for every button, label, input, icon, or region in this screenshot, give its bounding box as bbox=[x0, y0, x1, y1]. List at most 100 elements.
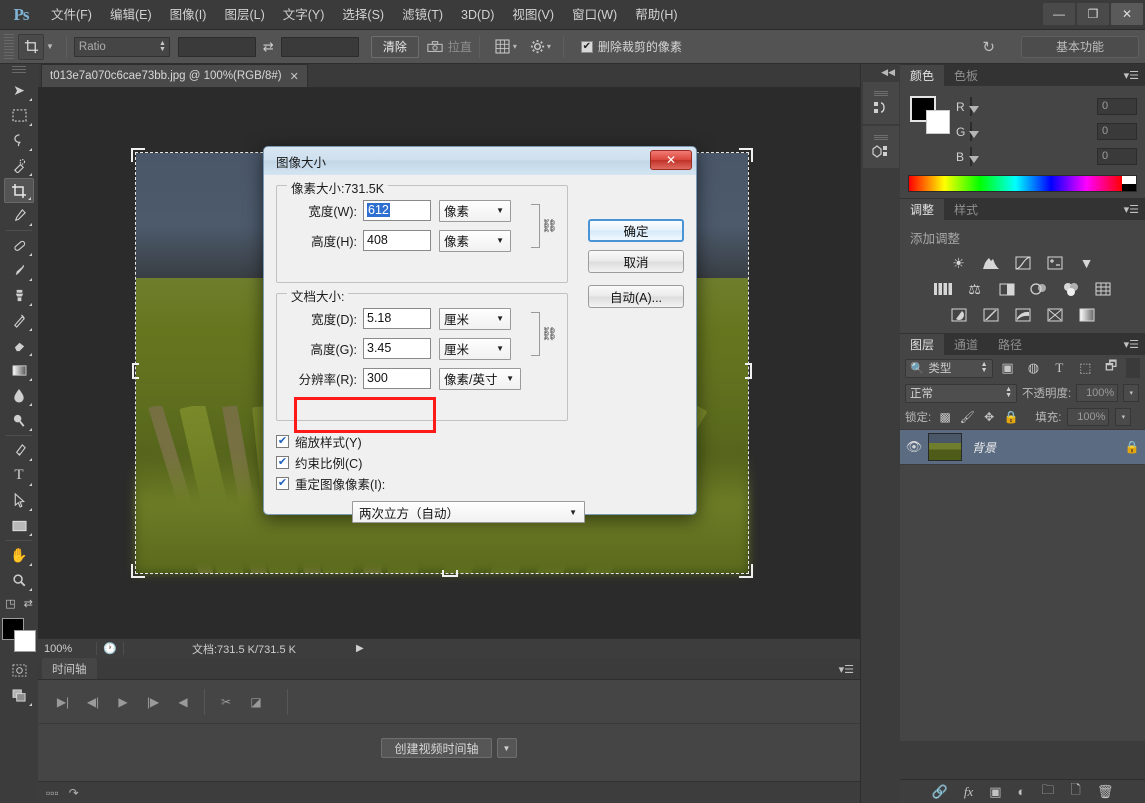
zoom-tool[interactable] bbox=[4, 568, 34, 593]
tab-adjustments[interactable]: 调整 bbox=[900, 199, 944, 220]
panel-menu-icon[interactable]: ▾☰ bbox=[839, 663, 854, 679]
clear-button[interactable]: 清除 bbox=[371, 36, 419, 58]
green-slider-thumb[interactable] bbox=[969, 131, 979, 138]
pixel-width-input[interactable]: 612 bbox=[363, 200, 431, 221]
tab-color[interactable]: 颜色 bbox=[900, 65, 944, 86]
menu-window[interactable]: 窗口(W) bbox=[563, 0, 626, 30]
blur-tool[interactable] bbox=[4, 383, 34, 408]
minimize-button[interactable]: — bbox=[1043, 3, 1075, 25]
menu-file[interactable]: 文件(F) bbox=[42, 0, 101, 30]
crop-handle-r[interactable] bbox=[745, 363, 752, 379]
doc-height-input[interactable]: 3.45 bbox=[363, 338, 431, 359]
pixel-height-unit-select[interactable]: 像素▼ bbox=[439, 230, 511, 252]
next-frame-button[interactable]: |▶ bbox=[138, 688, 168, 716]
doc-width-unit-select[interactable]: 厘米▼ bbox=[439, 308, 511, 330]
blue-slider-thumb[interactable] bbox=[969, 156, 979, 163]
layer-mask-icon[interactable]: ▣ bbox=[989, 784, 1001, 800]
grid-chevron-icon[interactable]: ▾ bbox=[513, 42, 517, 51]
cancel-button[interactable]: 取消 bbox=[588, 250, 684, 273]
play-button[interactable]: ▶ bbox=[108, 688, 138, 716]
quick-mask-toggle[interactable] bbox=[4, 658, 34, 683]
transition-icon[interactable]: ◪ bbox=[241, 688, 271, 716]
layer-thumbnail[interactable] bbox=[928, 433, 962, 461]
lock-all-icon[interactable]: 🔒 bbox=[1003, 410, 1019, 424]
crop-handle-tl[interactable] bbox=[131, 148, 145, 162]
tab-swatches[interactable]: 色板 bbox=[944, 65, 988, 86]
filter-enable-toggle[interactable] bbox=[1126, 358, 1140, 378]
smart-object-filter-icon[interactable]: 🗗 bbox=[1100, 358, 1122, 378]
menu-image[interactable]: 图像(I) bbox=[161, 0, 216, 30]
green-slider[interactable] bbox=[970, 123, 1091, 141]
brightness-contrast-icon[interactable]: ☀ bbox=[948, 253, 970, 273]
link-layers-icon[interactable]: 🔗 bbox=[932, 784, 948, 800]
posterize-icon[interactable] bbox=[980, 305, 1002, 325]
eraser-tool[interactable] bbox=[4, 333, 34, 358]
split-clip-icon[interactable]: ✂ bbox=[211, 688, 241, 716]
audio-button[interactable]: ◀ bbox=[168, 688, 198, 716]
menu-view[interactable]: 视图(V) bbox=[503, 0, 563, 30]
photo-filter-icon[interactable] bbox=[1028, 279, 1050, 299]
reset-icon[interactable]: ↻ bbox=[982, 38, 995, 56]
collapse-panels-icon[interactable]: ◀◀ bbox=[861, 64, 900, 80]
go-to-first-frame-button[interactable]: ▶| bbox=[48, 688, 78, 716]
color-lookup-icon[interactable] bbox=[1092, 279, 1114, 299]
dodge-tool[interactable] bbox=[4, 408, 34, 433]
menu-edit[interactable]: 编辑(E) bbox=[101, 0, 161, 30]
spot-healing-brush-tool[interactable] bbox=[4, 233, 34, 258]
rectangle-tool[interactable] bbox=[4, 513, 34, 538]
tab-layers[interactable]: 图层 bbox=[900, 334, 944, 355]
channel-mixer-icon[interactable] bbox=[1060, 279, 1082, 299]
crop-handle-bl[interactable] bbox=[131, 564, 145, 578]
previous-frame-button[interactable]: ◀| bbox=[78, 688, 108, 716]
gradient-map-icon[interactable] bbox=[1076, 305, 1098, 325]
tab-channels[interactable]: 通道 bbox=[944, 334, 988, 355]
frame-view-icon[interactable]: ▫▫▫ bbox=[46, 786, 59, 800]
status-expand-arrow[interactable]: ▶ bbox=[356, 643, 364, 654]
opacity-dropdown-icon[interactable]: ▾ bbox=[1123, 384, 1139, 402]
resample-image-checkbox[interactable]: ✔ 重定图像像素(I): bbox=[276, 473, 684, 494]
menu-type[interactable]: 文字(Y) bbox=[274, 0, 334, 30]
resample-method-select[interactable]: 两次立方（自动） ▼ bbox=[352, 501, 585, 523]
crop-handle-tr[interactable] bbox=[739, 148, 753, 162]
gear-chevron-icon[interactable]: ▾ bbox=[547, 42, 551, 51]
fill-value[interactable]: 100% bbox=[1067, 408, 1109, 426]
new-adjustment-icon[interactable]: ◐ bbox=[1018, 784, 1026, 799]
hand-tool[interactable]: ✋ bbox=[4, 543, 34, 568]
layer-style-icon[interactable]: fx bbox=[964, 784, 973, 800]
menu-3d[interactable]: 3D(D) bbox=[452, 0, 503, 30]
color-spectrum-ramp[interactable] bbox=[908, 175, 1137, 192]
color-panel-menu-icon[interactable]: ▾☰ bbox=[1124, 69, 1139, 86]
options-bar-grip[interactable] bbox=[4, 34, 14, 60]
invert-icon[interactable] bbox=[948, 305, 970, 325]
swap-dimensions-icon[interactable]: ⇄ bbox=[263, 39, 274, 55]
auto-button[interactable]: 自动(A)... bbox=[588, 285, 684, 308]
type-tool[interactable]: T bbox=[4, 463, 34, 488]
lasso-tool[interactable] bbox=[4, 128, 34, 153]
document-tab[interactable]: t013e7a070c6cae73bb.jpg @ 100%(RGB/8#) ✕ bbox=[41, 64, 308, 87]
delete-layer-icon[interactable]: 🗑 bbox=[1097, 784, 1114, 800]
workspace-switcher[interactable]: 基本功能 bbox=[1021, 36, 1139, 58]
threshold-icon[interactable] bbox=[1012, 305, 1034, 325]
green-value[interactable]: 0 bbox=[1097, 123, 1137, 140]
history-panel-icon[interactable] bbox=[863, 82, 899, 124]
crop-handle-b[interactable] bbox=[442, 570, 458, 577]
eye-icon[interactable]: 👁 bbox=[900, 439, 928, 455]
stepper-icon[interactable]: ▲▼ bbox=[1005, 387, 1012, 399]
resolution-input[interactable]: 300 bbox=[363, 368, 431, 389]
swap-colors-icon[interactable]: ⇄ bbox=[24, 597, 33, 610]
tools-panel-grip[interactable] bbox=[12, 66, 26, 75]
new-group-icon[interactable]: 🗀 bbox=[1041, 781, 1054, 803]
crop-tool-icon[interactable] bbox=[18, 34, 44, 60]
stepper-icon[interactable]: ▲▼ bbox=[159, 41, 166, 53]
image-size-dialog[interactable]: 图像大小 ✕ 像素大小:731.5K 宽度(W): 612 像素▼ ⛓ 高度(H… bbox=[263, 146, 697, 515]
menu-help[interactable]: 帮助(H) bbox=[626, 0, 686, 30]
close-icon[interactable]: ✕ bbox=[290, 70, 299, 83]
clock-icon[interactable]: 🕐 bbox=[96, 642, 124, 655]
tab-styles[interactable]: 样式 bbox=[944, 199, 988, 220]
stepper-icon[interactable]: ▲▼ bbox=[981, 362, 988, 374]
blend-mode-select[interactable]: 正常 ▲▼ bbox=[905, 384, 1017, 403]
red-slider[interactable] bbox=[970, 98, 1091, 116]
convert-frames-icon[interactable]: ↷ bbox=[69, 786, 79, 800]
menu-filter[interactable]: 滤镜(T) bbox=[393, 0, 452, 30]
tab-paths[interactable]: 路径 bbox=[988, 334, 1032, 355]
